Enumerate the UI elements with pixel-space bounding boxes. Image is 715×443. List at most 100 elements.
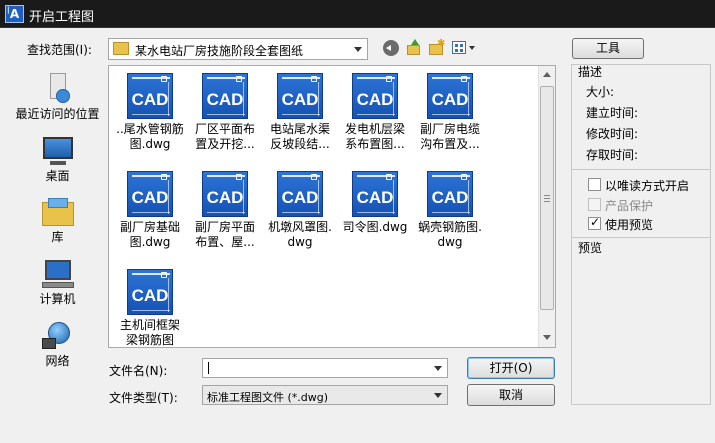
size-label: 大小: <box>586 85 615 99</box>
preview-checkbox[interactable] <box>588 215 601 230</box>
file-name-line2: 系布置图... <box>345 137 405 151</box>
new-folder-icon[interactable]: ✱ <box>428 39 445 56</box>
cad-icon-text: CAD <box>356 188 394 207</box>
file-name-line2: 沟布置及... <box>420 137 480 151</box>
place-recent[interactable]: 最近访问的位置 <box>10 71 105 122</box>
cad-icon-text: CAD <box>206 188 244 207</box>
tools-button[interactable]: 工具 <box>572 38 644 59</box>
cad-icon-text: CAD <box>281 188 319 207</box>
file-name-line2: 布置、屋... <box>195 235 255 249</box>
file-name: 电站尾水渠 反坡段结... <box>266 122 334 152</box>
file-item[interactable]: CAD 副厂房电缆 沟布置及... <box>416 73 484 152</box>
place-label: 桌面 <box>45 169 70 183</box>
app-icon-letter: A <box>9 7 20 21</box>
cad-file-icon: CAD <box>277 171 323 217</box>
desc-title: 描述 <box>578 65 603 79</box>
file-name: 蜗壳钢筋图. dwg <box>416 220 484 250</box>
file-item[interactable]: CAD 蜗壳钢筋图. dwg <box>416 171 484 250</box>
file-list[interactable]: CAD ..尾水管钢筋 图.dwg CAD 厂区平面布 置及开挖... CAD 电站尾水渠 反坡… <box>108 65 556 348</box>
cad-file-icon: CAD <box>202 171 248 217</box>
chevron-down-icon[interactable] <box>434 366 442 371</box>
file-name-line2: 图.dwg <box>129 137 171 151</box>
app-icon: | A <box>5 5 24 23</box>
back-icon[interactable] <box>383 40 399 56</box>
cad-file-icon: CAD <box>352 73 398 119</box>
file-item[interactable]: CAD 发电机层梁 系布置图... <box>341 73 409 152</box>
created-label: 建立时间: <box>586 106 639 120</box>
lookin-dropdown[interactable]: 某水电站厂房技施阶段全套图纸 <box>108 38 368 60</box>
file-name-line1: 司令图.dwg <box>342 220 408 234</box>
cancel-button[interactable]: 取消 <box>467 384 555 406</box>
file-item[interactable]: CAD 机墩风罩图. dwg <box>266 171 334 250</box>
up-folder-icon[interactable] <box>405 39 421 56</box>
file-item[interactable]: CAD 电站尾水渠 反坡段结... <box>266 73 334 152</box>
window-title: 开启工程图 <box>29 10 95 25</box>
preview-label: 使用预览 <box>605 218 654 232</box>
file-name: 司令图.dwg <box>341 220 409 250</box>
filename-label: 文件名(N): <box>109 364 168 378</box>
file-name-line1: 发电机层梁 <box>344 122 405 136</box>
file-name-line1: 厂区平面布 <box>194 122 255 136</box>
file-name-line2: dwg <box>287 235 313 249</box>
cad-icon-text: CAD <box>431 188 469 207</box>
file-name-line1: ..尾水管钢筋 <box>116 122 184 136</box>
scroll-thumb[interactable] <box>540 86 554 310</box>
file-item[interactable]: CAD 厂区平面布 置及开挖... <box>191 73 259 152</box>
cad-icon-text: CAD <box>356 90 394 109</box>
divider <box>572 169 710 170</box>
cad-file-icon: CAD <box>127 269 173 315</box>
text-cursor <box>208 362 209 374</box>
readonly-checkbox[interactable] <box>588 178 601 191</box>
cad-file-icon: CAD <box>352 171 398 217</box>
place-library[interactable]: 库 <box>10 194 105 245</box>
file-item[interactable]: CAD 司令图.dwg <box>341 171 409 250</box>
accessed-label: 存取时间: <box>586 148 639 162</box>
lookin-value: 某水电站厂房技施阶段全套图纸 <box>135 44 304 58</box>
file-name-line1: 副厂房基础 <box>119 220 180 234</box>
filetype-value: 标准工程图文件 (*.dwg) <box>207 391 329 404</box>
scroll-up-icon[interactable] <box>543 72 551 77</box>
open-button[interactable]: 打开(O) <box>467 357 555 379</box>
filename-input[interactable] <box>202 358 448 378</box>
folder-icon <box>113 42 129 55</box>
file-name: 副厂房平面 布置、屋... <box>191 220 259 250</box>
readonly-label: 以唯读方式开启 <box>605 179 690 193</box>
cad-icon-text: CAD <box>281 90 319 109</box>
filetype-dropdown[interactable]: 标准工程图文件 (*.dwg) <box>202 385 448 405</box>
desktop-icon <box>40 133 76 165</box>
file-item[interactable]: CAD ..尾水管钢筋 图.dwg <box>116 73 184 152</box>
file-item[interactable]: CAD 副厂房平面 布置、屋... <box>191 171 259 250</box>
library-icon <box>40 194 76 226</box>
chevron-down-icon[interactable] <box>354 47 362 52</box>
file-name-line1: 副厂房平面 <box>194 220 255 234</box>
file-name-line1: 机墩风罩图. <box>268 220 332 234</box>
scroll-down-icon[interactable] <box>543 335 551 340</box>
place-desktop[interactable]: 桌面 <box>10 133 105 184</box>
file-name: 厂区平面布 置及开挖... <box>191 122 259 152</box>
file-name: 机墩风罩图. dwg <box>266 220 334 250</box>
cad-file-icon: CAD <box>427 171 473 217</box>
place-computer[interactable]: 计算机 <box>10 256 105 307</box>
cad-file-icon: CAD <box>127 171 173 217</box>
places-bar: 最近访问的位置 桌面 库 计算机 网络 <box>10 66 105 369</box>
file-item[interactable]: CAD 副厂房基础 图.dwg <box>116 171 184 250</box>
vertical-scrollbar[interactable] <box>538 66 555 347</box>
protect-checkbox[interactable] <box>588 198 601 211</box>
modified-label: 修改时间: <box>586 127 639 141</box>
file-name-line1: 蜗壳钢筋图. <box>418 220 482 234</box>
file-name-line2: 梁钢筋图 <box>125 333 174 347</box>
lookin-label: 查找范围(I): <box>27 43 92 57</box>
info-panel: 描述 大小: 建立时间: 修改时间: 存取时间: 以唯读方式开启 产品保护 使用… <box>571 64 711 405</box>
chevron-down-icon[interactable] <box>434 393 442 398</box>
dialog-body: 查找范围(I): 某水电站厂房技施阶段全套图纸 ✱ 最近访问的位置 桌面 库 计… <box>0 28 715 443</box>
place-network[interactable]: 网络 <box>10 318 105 369</box>
file-name: 副厂房电缆 沟布置及... <box>416 122 484 152</box>
file-item[interactable]: CAD 主机间框架 梁钢筋图 <box>116 269 184 348</box>
cad-file-icon: CAD <box>127 73 173 119</box>
view-menu-icon[interactable] <box>452 40 478 56</box>
cad-icon-text: CAD <box>131 188 169 207</box>
file-name-line2: dwg <box>437 235 463 249</box>
file-name-line2: 图.dwg <box>129 235 171 249</box>
file-name-line1: 副厂房电缆 <box>419 122 480 136</box>
file-name-line2: 置及开挖... <box>195 137 255 151</box>
